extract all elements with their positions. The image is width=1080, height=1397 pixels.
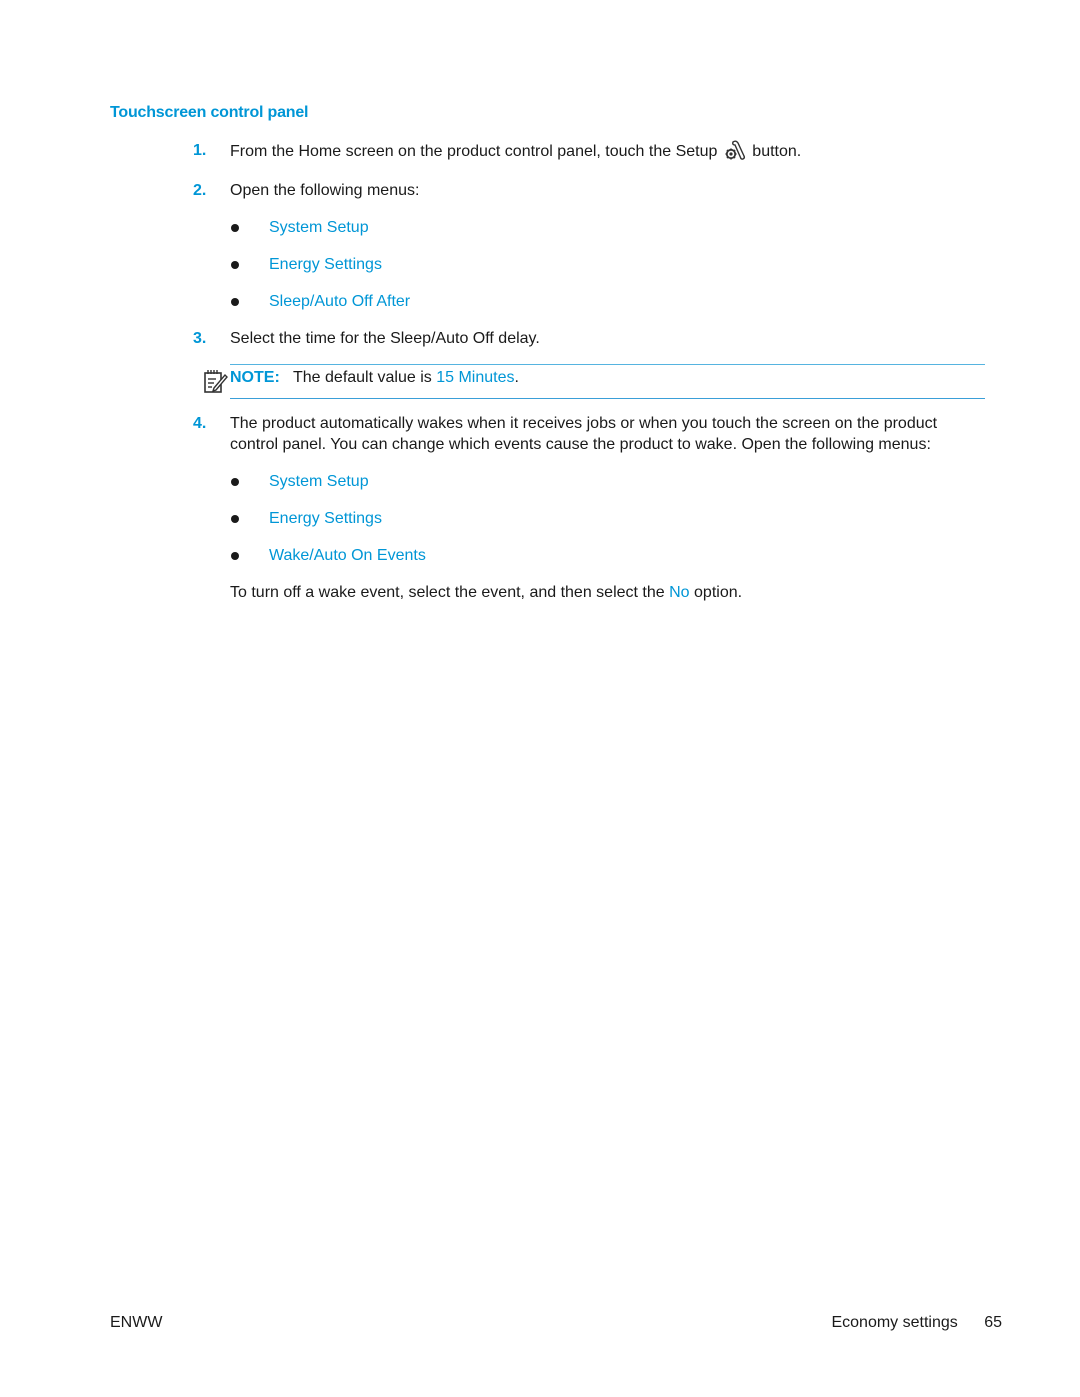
step-number: 1. <box>193 142 207 159</box>
page-number: 65 <box>984 1314 1002 1331</box>
step-text: Open the following menus: <box>230 182 420 199</box>
menu-item-label[interactable]: Wake/Auto On Events <box>269 545 426 566</box>
menu-item-label[interactable]: System Setup <box>269 217 369 238</box>
bullet-icon <box>231 224 239 232</box>
note-text: The default value is 15 Minutes. <box>293 367 519 388</box>
footer-right: Economy settings 65 <box>831 1313 1002 1333</box>
step-number: 4. <box>193 415 207 432</box>
step-text-before: From the Home screen on the product cont… <box>230 143 718 160</box>
menu-item-label[interactable]: System Setup <box>269 471 369 492</box>
note-text-before: The default value is <box>293 369 432 386</box>
wake-event-instruction: To turn off a wake event, select the eve… <box>230 582 742 603</box>
bullet-icon <box>231 515 239 523</box>
step-text-after: button. <box>752 143 802 160</box>
bullet-icon <box>231 552 239 560</box>
note-box: NOTE: The default value is 15 Minutes. <box>204 364 985 399</box>
footer-left: ENWW <box>110 1314 163 1331</box>
no-option: No <box>669 584 690 601</box>
step-text: Select the time for the Sleep/Auto Off d… <box>230 330 540 347</box>
footer-section-name: Economy settings <box>831 1314 958 1331</box>
para-text-after: option. <box>694 584 743 601</box>
step-text: The product automatically wakes when it … <box>230 415 938 453</box>
para-text-before: To turn off a wake event, select the eve… <box>230 584 665 601</box>
step-text: From the Home screen on the product cont… <box>230 140 970 162</box>
note-text-after: . <box>514 369 519 386</box>
bullet-icon <box>231 478 239 486</box>
menu-item-label[interactable]: Energy Settings <box>269 254 382 275</box>
menu-item-label[interactable]: Energy Settings <box>269 508 382 529</box>
step-number: 3. <box>193 330 207 347</box>
step-number: 2. <box>193 182 207 199</box>
note-pencil-icon <box>204 370 228 393</box>
section-heading: Touchscreen control panel <box>110 104 309 121</box>
bullet-icon <box>231 298 239 306</box>
note-label: NOTE: <box>230 369 280 386</box>
note-default-value: 15 Minutes <box>436 369 515 386</box>
menu-item-label[interactable]: Sleep/Auto Off After <box>269 291 410 312</box>
bullet-icon <box>231 261 239 269</box>
setup-wrench-gear-icon <box>725 140 745 160</box>
